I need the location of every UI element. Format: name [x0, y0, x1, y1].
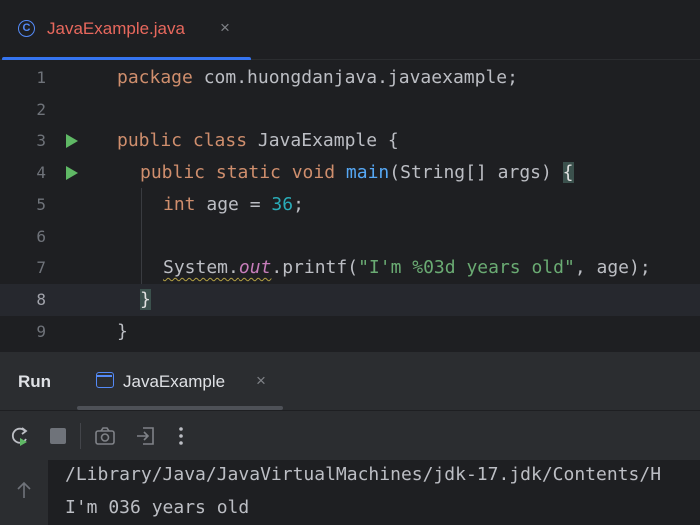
code-line: 1 package com.huongdanjava.javaexample; — [0, 62, 700, 94]
line-number: 2 — [36, 100, 46, 119]
code-line: 4 public static void main(String[] args)… — [0, 157, 700, 189]
stop-icon[interactable] — [47, 425, 69, 447]
console-line: /Library/Java/JavaVirtualMachines/jdk-17… — [65, 464, 662, 485]
editor-tab-javaexample[interactable]: C JavaExample.java × — [0, 0, 252, 61]
run-tab-javaexample[interactable]: JavaExample — [123, 372, 225, 392]
code-text: int age = 36; — [163, 194, 304, 215]
code-text: } — [117, 321, 128, 342]
code-line: 7 System.out.printf("I'm %03d years old"… — [0, 252, 700, 284]
code-text: System.out.printf("I'm %03d years old", … — [163, 257, 651, 278]
line-number: 6 — [36, 227, 46, 246]
more-options-icon[interactable] — [170, 425, 192, 447]
line-number: 3 — [36, 131, 46, 150]
exit-icon[interactable] — [134, 425, 156, 447]
close-run-tab-icon[interactable]: × — [256, 371, 266, 391]
editor-tab-label: JavaExample.java — [47, 19, 185, 38]
camera-icon[interactable] — [94, 425, 116, 447]
run-toolbar — [0, 410, 700, 460]
console-output[interactable]: /Library/Java/JavaVirtualMachines/jdk-17… — [0, 460, 700, 525]
code-text: public static void main(String[] args) { — [140, 162, 574, 183]
code-line: 5 int age = 36; — [0, 189, 700, 221]
line-number: 1 — [36, 68, 46, 87]
run-panel-title: Run — [18, 372, 52, 391]
code-line: 3 public class JavaExample { — [0, 125, 700, 157]
current-code-line: 8 } — [0, 284, 700, 316]
line-number: 5 — [36, 195, 46, 214]
console-icon — [96, 372, 114, 388]
code-text: } — [140, 289, 151, 310]
console-gutter — [0, 460, 48, 525]
close-tab-icon[interactable]: × — [220, 18, 230, 38]
toolbar-divider — [80, 423, 81, 449]
code-line: 6 — [0, 221, 700, 253]
code-text: package com.huongdanjava.javaexample; — [117, 67, 518, 88]
run-gutter-icon[interactable] — [66, 134, 78, 148]
arrow-up-icon[interactable] — [15, 480, 33, 500]
line-number: 9 — [36, 322, 46, 341]
code-line: 2 — [0, 94, 700, 126]
line-number: 8 — [36, 290, 46, 309]
code-editor[interactable]: 1 package com.huongdanjava.javaexample; … — [0, 60, 700, 352]
editor-tab-bar: C JavaExample.java × — [0, 0, 700, 61]
run-gutter-icon[interactable] — [66, 166, 78, 180]
code-line: 9 } — [0, 316, 700, 348]
java-class-icon: C — [18, 20, 35, 37]
line-number: 4 — [36, 163, 46, 182]
rerun-icon[interactable] — [9, 425, 31, 447]
line-number: 7 — [36, 258, 46, 277]
console-line: I'm 036 years old — [65, 497, 250, 518]
code-text: public class JavaExample { — [117, 130, 399, 151]
